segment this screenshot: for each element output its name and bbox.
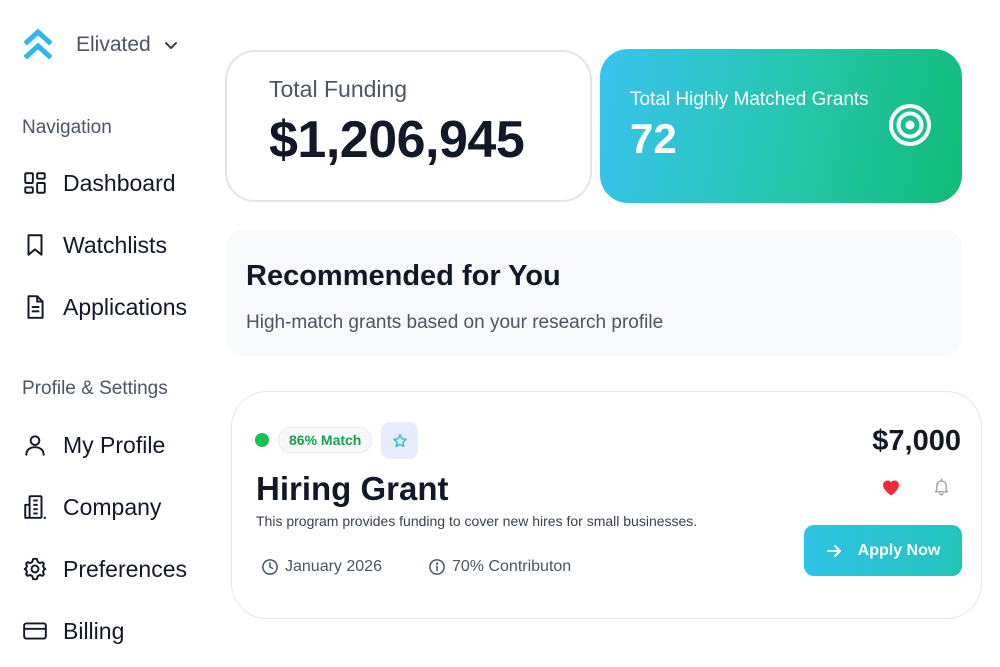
matched-grants-card: Total Highly Matched Grants 72 [600, 49, 962, 203]
matched-grants-value: 72 [630, 115, 677, 162]
apply-now-button[interactable]: Apply Now [804, 525, 962, 576]
grant-description: This program provides funding to cover n… [256, 513, 698, 529]
total-funding-card: Total Funding $1,206,945 [225, 50, 592, 202]
brand-switcher[interactable]: Elivated [24, 28, 179, 62]
match-status-dot [255, 433, 269, 447]
brand-name: Elivated [76, 33, 151, 56]
sidebar-item-applications[interactable]: Applications [22, 292, 187, 322]
sidebar-item-preferences[interactable]: Preferences [22, 554, 187, 584]
star-icon [392, 433, 407, 447]
bookmark-icon [27, 234, 43, 256]
user-icon [25, 435, 45, 456]
match-badge: 86% Match [278, 427, 373, 453]
grant-card[interactable]: 86% Match $7,000 Hiring Grant This progr… [231, 391, 982, 619]
sidebar-item-billing[interactable]: Billing [22, 616, 124, 646]
total-funding-label: Total Funding [269, 76, 408, 102]
total-funding-value: $1,206,945 [269, 111, 525, 169]
dashboard-icon [24, 172, 46, 194]
recommended-subtitle: High-match grants based on your research… [246, 312, 664, 333]
sidebar-item-label: Billing [63, 617, 125, 644]
arrow-right-icon [826, 544, 841, 557]
credit-card-icon [23, 622, 47, 640]
target-icon [889, 104, 931, 146]
sidebar-item-label: Watchlists [63, 231, 167, 258]
sidebar-item-dashboard[interactable]: Dashboard [22, 168, 176, 198]
apply-now-label: Apply Now [857, 541, 941, 559]
navigation-heading: Navigation [22, 117, 112, 138]
sidebar-item-watchlists[interactable]: Watchlists [22, 230, 167, 260]
grant-contribution: 70% Contributon [428, 558, 571, 576]
sidebar-item-company[interactable]: Company [22, 492, 161, 522]
sidebar-item-label: My Profile [63, 431, 166, 458]
sidebar-item-label: Applications [63, 293, 188, 320]
chevron-down-icon [164, 42, 177, 49]
gear-icon [23, 557, 47, 581]
building-icon [24, 495, 46, 519]
elivated-logo-icon [24, 28, 52, 60]
heart-icon[interactable] [881, 478, 901, 498]
info-icon [429, 559, 445, 575]
sidebar-item-my-profile[interactable]: My Profile [22, 430, 165, 460]
sidebar-item-label: Preferences [63, 555, 188, 582]
grant-contribution-text: 70% Contributon [452, 558, 572, 575]
star-button[interactable] [381, 422, 418, 459]
matched-grants-label: Total Highly Matched Grants [630, 89, 869, 110]
grant-title: Hiring Grant [256, 470, 449, 507]
grant-date-text: January 2026 [285, 558, 382, 575]
sidebar-item-label: Company [63, 493, 162, 520]
grant-amount: $7,000 [872, 425, 961, 457]
sidebar-item-label: Dashboard [63, 169, 176, 196]
profile-settings-heading: Profile & Settings [22, 378, 168, 399]
document-icon [27, 295, 44, 319]
recommended-title: Recommended for You [246, 260, 561, 292]
recommended-section: Recommended for You High-match grants ba… [226, 229, 962, 356]
bell-icon[interactable] [932, 477, 951, 497]
clock-icon [262, 559, 278, 575]
grant-date: January 2026 [261, 558, 382, 576]
